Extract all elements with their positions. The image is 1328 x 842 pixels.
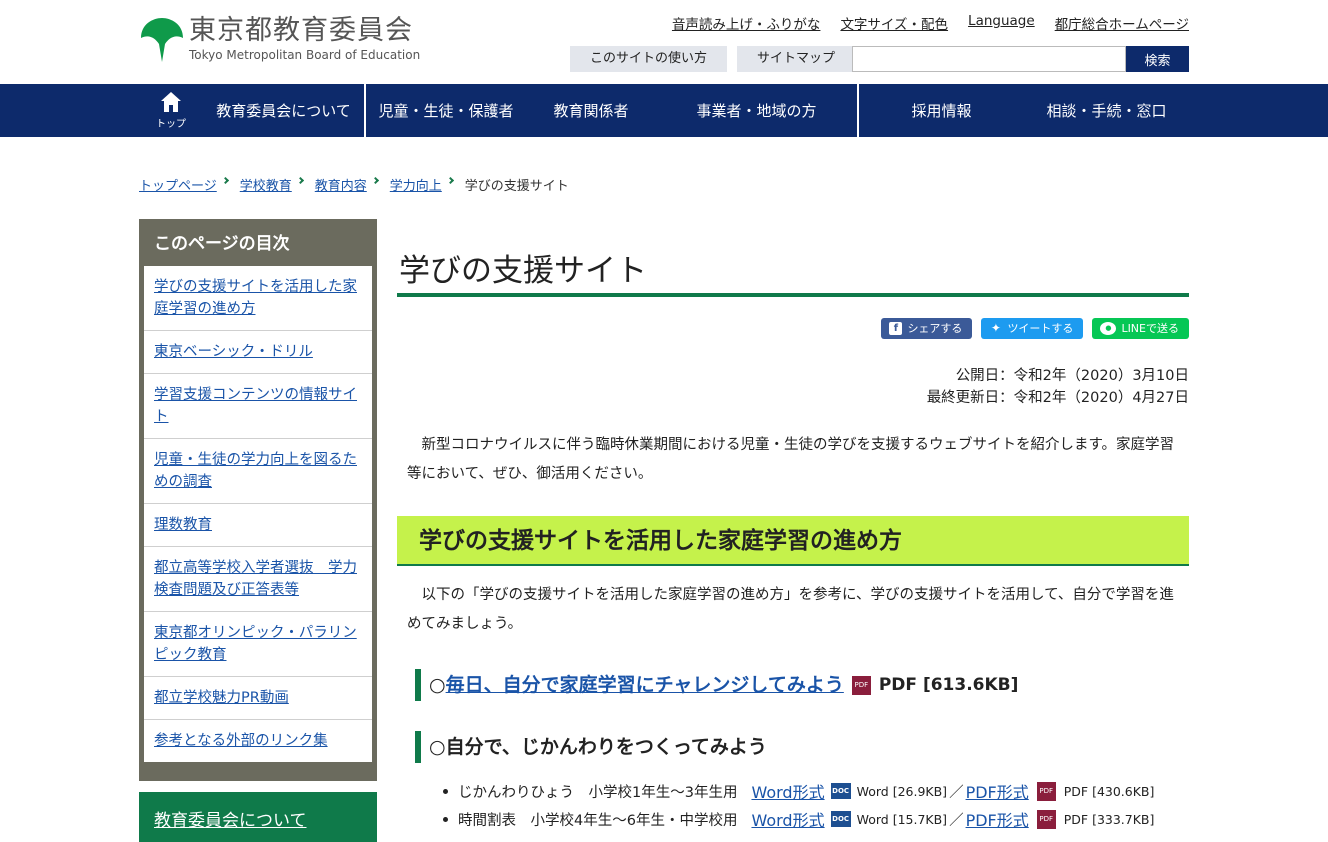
util-link-reader[interactable]: 音声読み上げ・ふりがな [672, 13, 821, 33]
bullet-icon [443, 816, 448, 822]
toc-title: このページの目次 [154, 234, 290, 254]
ginkgo-logo-icon [139, 16, 185, 64]
toc-item[interactable]: 学びの支援サイトを活用した家庭学習の進め方 [144, 266, 372, 331]
nav-item-board[interactable]: 教育委員会について [203, 84, 366, 137]
nav-home-label: トップ [156, 119, 186, 130]
word-doc-icon: DOC [830, 811, 851, 827]
word-link[interactable]: Word形式 [751, 779, 824, 803]
sitemap-button[interactable]: サイトマップ [737, 46, 856, 72]
file-list: じかんわりひょう 小学校1年生～3年生用 Word形式 DOC Word [26… [443, 777, 1189, 833]
breadcrumb-link-top[interactable]: トップページ [139, 175, 217, 194]
section-text: 以下の「学びの支援サイトを活用した家庭学習の進め方」を参考に、学びの支援サイトを… [407, 587, 1174, 632]
file-size: Word [26.9KB] [856, 783, 948, 799]
subheading-challenge: ○ 毎日、自分で家庭学習にチャレンジしてみよう PDF PDF [613.6KB… [415, 669, 1189, 701]
file-size: PDF [430.6KB] [1063, 783, 1155, 799]
search-button[interactable]: 検索 [1126, 46, 1189, 72]
facebook-icon: f [889, 322, 903, 335]
sidebar-section-link[interactable]: 教育委員会について [139, 792, 377, 842]
chevron-right-icon [221, 176, 229, 185]
word-doc-icon: DOC [830, 783, 851, 799]
pdf-icon: PDF [1036, 809, 1056, 829]
published-date: 公開日：令和2年（2020）3月10日 [955, 368, 1189, 384]
toc-item[interactable]: 都立学校魅力PR動画 [144, 677, 372, 720]
nav-home[interactable]: トップ [139, 84, 203, 137]
site-logo[interactable]: 東京都教育委員会 Tokyo Metropolitan Board of Edu… [139, 16, 420, 64]
global-nav: トップ 教育委員会について 児童・生徒・保護者 教育関係者 事業者・地域の方 採… [0, 84, 1328, 137]
twitter-share-button[interactable]: ✦ ツイートする [981, 318, 1084, 339]
chevron-right-icon [371, 176, 379, 185]
toc-item[interactable]: 学習支援コンテンツの情報サイト [144, 374, 372, 439]
line-icon: ● [1100, 322, 1117, 335]
nav-item-educators[interactable]: 教育関係者 [526, 84, 656, 137]
toc-item[interactable]: 東京都オリンピック・パラリンピック教育 [144, 612, 372, 677]
page-dates: 公開日：令和2年（2020）3月10日 最終更新日：令和2年（2020）4月27… [927, 365, 1189, 409]
pdf-link[interactable]: PDF形式 [966, 779, 1029, 803]
bullet-icon [443, 788, 448, 794]
breadcrumb-link-academic[interactable]: 学力向上 [390, 175, 442, 194]
intro-text: 新型コロナウイルスに伴う臨時休業期間における児童・生徒の学びを支援するウェブサイ… [407, 437, 1175, 482]
challenge-pdf-link[interactable]: 毎日、自分で家庭学習にチャレンジしてみよう [446, 669, 844, 701]
list-item: 時間割表 小学校4年生～6年生・中学校用 Word形式 DOC Word [15… [443, 805, 1189, 833]
nav-item-students[interactable]: 児童・生徒・保護者 [366, 84, 526, 137]
line-share-button[interactable]: ● LINEで送る [1092, 318, 1189, 339]
toc-item[interactable]: 東京ベーシック・ドリル [144, 331, 372, 374]
list-item: じかんわりひょう 小学校1年生～3年生用 Word形式 DOC Word [26… [443, 777, 1189, 805]
share-buttons: f シェアする ✦ ツイートする ● LINEで送る [881, 318, 1189, 339]
file-size: Word [15.7KB] [856, 811, 948, 827]
logo-japanese: 東京都教育委員会 [189, 15, 413, 46]
title-divider [397, 293, 1189, 297]
chevron-right-icon [446, 176, 454, 185]
sub-buttons: このサイトの使い方 サイトマップ [570, 46, 856, 72]
page-title: 学びの支援サイト [399, 253, 647, 289]
site-header: 東京都教育委員会 Tokyo Metropolitan Board of Edu… [0, 0, 1328, 84]
nav-item-recruit[interactable]: 採用情報 [859, 84, 1024, 137]
pdf-link[interactable]: PDF形式 [966, 807, 1029, 831]
home-icon [160, 91, 182, 113]
toc-item[interactable]: 理数教育 [144, 504, 372, 547]
file-size: PDF [333.7KB] [1063, 811, 1155, 827]
file-size: PDF [613.6KB] [878, 675, 1019, 695]
breadcrumb: トップページ 学校教育 教育内容 学力向上 学びの支援サイト [139, 175, 569, 194]
subheading-timetable: ○自分で、じかんわりをつくってみよう [415, 731, 1189, 763]
toc-item[interactable]: 都立高等学校入学者選抜 学力検査問題及び正答表等 [144, 547, 372, 612]
facebook-share-button[interactable]: f シェアする [881, 318, 973, 339]
word-link[interactable]: Word形式 [751, 807, 824, 831]
pdf-icon: PDF [851, 675, 871, 695]
util-link-language[interactable]: Language [968, 13, 1035, 33]
nav-item-consult[interactable]: 相談・手続・窓口 [1024, 84, 1189, 137]
chevron-right-icon [296, 176, 304, 185]
page-toc: このページの目次 学びの支援サイトを活用した家庭学習の進め方 東京ベーシック・ド… [139, 219, 377, 781]
twitter-icon: ✦ [990, 321, 1001, 335]
util-link-font-size[interactable]: 文字サイズ・配色 [840, 13, 948, 33]
breadcrumb-link-school[interactable]: 学校教育 [240, 175, 292, 194]
search-form: 検索 [852, 46, 1189, 72]
logo-english: Tokyo Metropolitan Board of Education [189, 48, 421, 62]
search-input[interactable] [852, 46, 1126, 72]
toc-list: 学びの支援サイトを活用した家庭学習の進め方 東京ベーシック・ドリル 学習支援コン… [144, 266, 372, 762]
updated-date: 最終更新日：令和2年（2020）4月27日 [926, 390, 1189, 406]
pdf-icon: PDF [1036, 781, 1056, 801]
section-heading: 学びの支援サイトを活用した家庭学習の進め方 [397, 516, 1189, 566]
breadcrumb-link-content[interactable]: 教育内容 [315, 175, 367, 194]
site-usage-button[interactable]: このサイトの使い方 [570, 46, 728, 72]
toc-item[interactable]: 参考となる外部のリンク集 [144, 720, 372, 762]
util-link-metro-home[interactable]: 都庁総合ホームページ [1055, 13, 1189, 33]
breadcrumb-current: 学びの支援サイト [464, 179, 569, 194]
toc-item[interactable]: 児童・生徒の学力向上を図るための調査 [144, 439, 372, 504]
nav-item-business[interactable]: 事業者・地域の方 [656, 84, 859, 137]
utility-links: 音声読み上げ・ふりがな 文字サイズ・配色 Language 都庁総合ホームページ [672, 13, 1189, 33]
